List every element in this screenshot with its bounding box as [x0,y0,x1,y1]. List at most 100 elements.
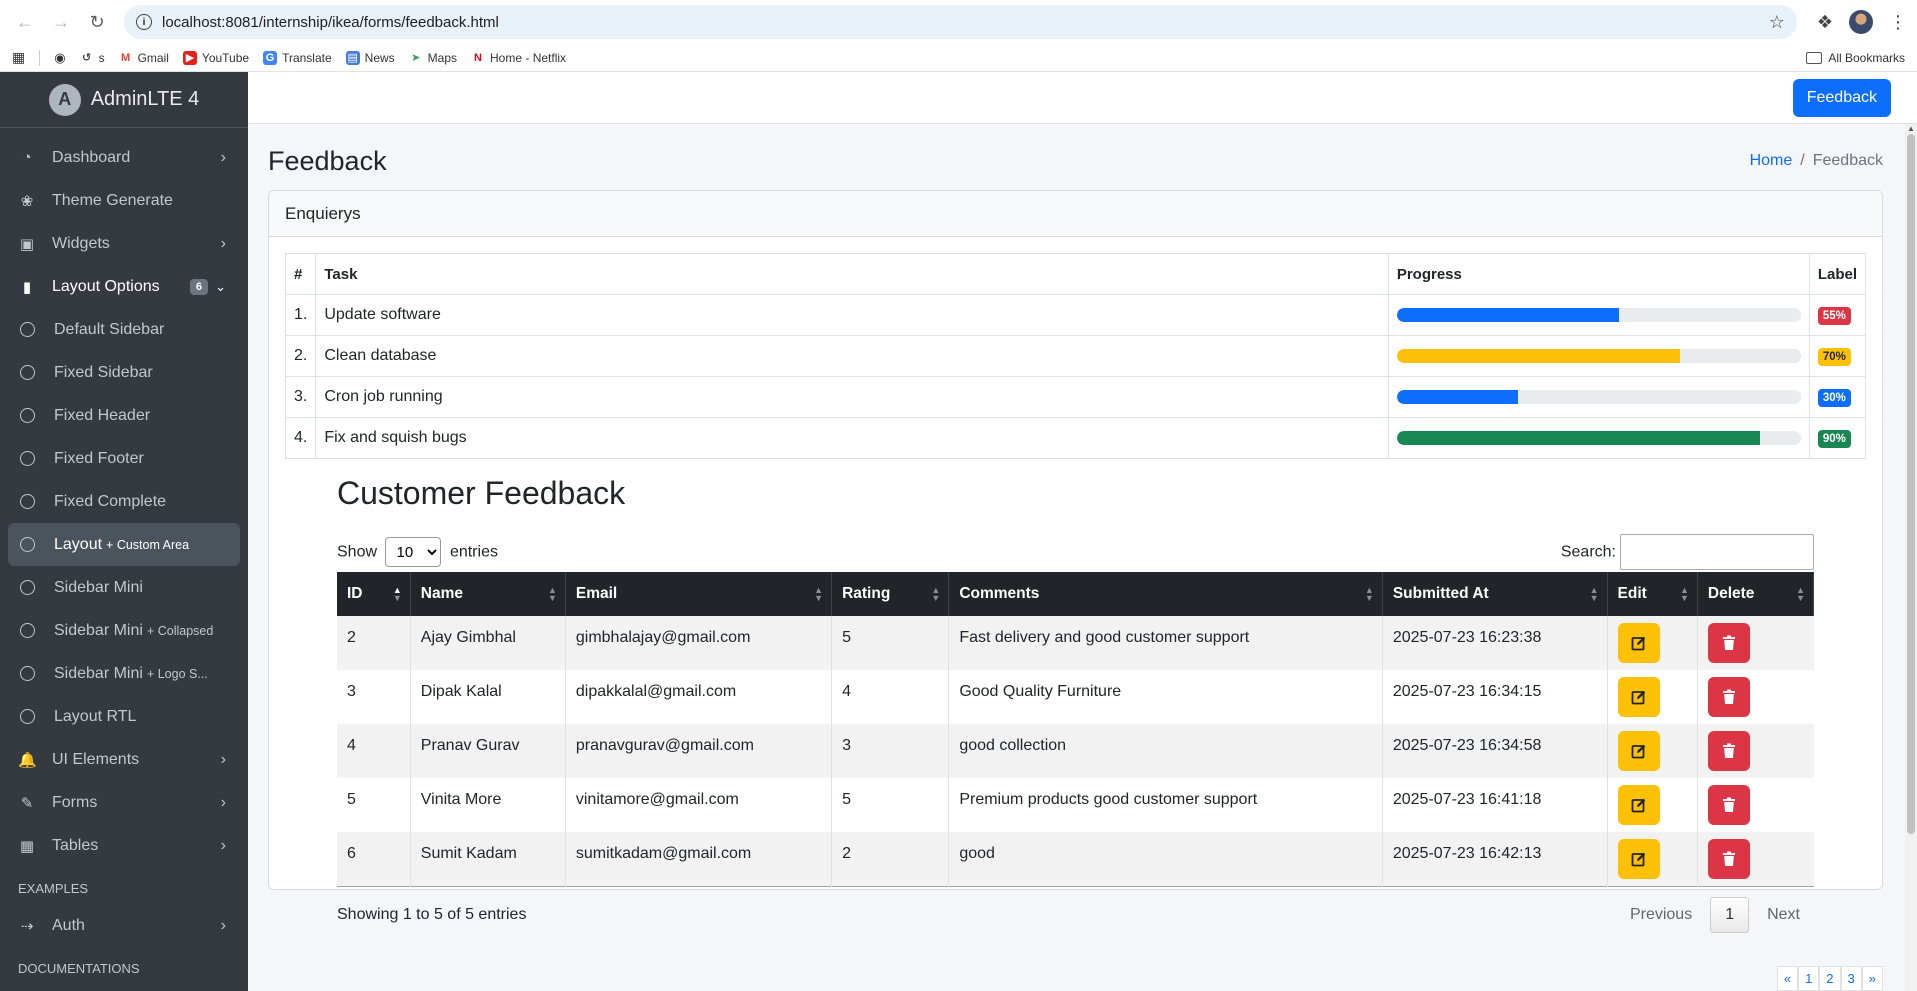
sidebar-item-layout-options[interactable]: ▮ Layout Options 6 ⌄ [8,265,240,308]
sidebar-menu: ◔ Dashboard › ❀ Theme Generate ▣ Widgets › ▮ Layo… [0,128,248,991]
col-id[interactable]: ID ▲ ▼ [337,572,411,616]
feedback-button[interactable]: Feedback [1792,78,1891,117]
edit-button[interactable] [1617,731,1660,771]
next-button[interactable]: Next [1753,898,1814,932]
extensions-icon[interactable]: ❖ [1817,12,1833,33]
sidebar-item-fixed-complete[interactable]: Fixed Complete [8,480,240,523]
delete-button[interactable] [1707,785,1750,825]
progress-track [1396,308,1801,322]
menu-header-examples: EXAMPLES [18,881,89,896]
edit-button[interactable] [1617,838,1660,879]
sidebar-item-label: Sidebar Mini [54,664,143,682]
bookmark-item[interactable]: M Gmail [119,51,169,65]
bookmark-item[interactable]: N Home - Netflix [471,51,566,65]
task-row: 4. Fix and squish bugs 90% [284,417,1867,459]
sidebar-item-label: Sidebar Mini [54,621,143,639]
brand-text: AdminLTE 4 [90,88,200,110]
circle-icon [20,365,35,380]
edit-button[interactable] [1617,623,1660,663]
sidebar-item-auth[interactable]: ⇢ Auth › [8,904,240,947]
bookmark-item[interactable]: G Translate [263,50,332,65]
sidebar-item-widgets[interactable]: ▣ Widgets › [8,222,240,265]
delete-button[interactable] [1707,731,1750,771]
previous-button[interactable]: Previous [1616,898,1706,932]
circle-icon [20,709,35,724]
col-name[interactable]: Name ▲ ▼ [410,572,566,616]
bookmark-star-icon[interactable]: ☆ [1769,12,1785,33]
sidebar-item-layout[interactable]: Layout + Custom Area [8,523,240,566]
address-bar[interactable]: i localhost:8081/internship/ikea/forms/f… [124,5,1797,39]
sidebar-item-fixed-footer[interactable]: Fixed Footer [8,437,240,480]
task-progress-cell [1387,294,1810,336]
reload-icon[interactable]: ↻ [82,7,112,37]
edit-button[interactable] [1617,785,1660,825]
col-email[interactable]: Email ▲ ▼ [565,572,833,616]
sidebar-item-fixed-sidebar[interactable]: Fixed Sidebar [8,351,240,394]
sidebar-item-sidebar-mini[interactable]: Sidebar Mini + Collapsed [8,609,240,652]
sidebar-item-sublabel: + Collapsed [146,623,214,638]
col-submitted-at[interactable]: Submitted At ▲ ▼ [1382,572,1608,616]
edit-icon [1631,743,1647,759]
sidebar-item-sidebar-mini[interactable]: Sidebar Mini [8,566,240,609]
feedback-table: ID ▲ ▼ Name ▲ ▼ Email ▲ ▼ Rating ▲ ▼ Comments ▲ ▼ Submi… [337,572,1815,887]
sidebar-item-theme-generate[interactable]: ❀ Theme Generate [8,179,240,222]
sidebar-item-ui-elements[interactable]: 🔔 UI Elements › [8,738,240,781]
forward-icon[interactable]: → [46,7,76,37]
mini-page-link[interactable]: 3 [1840,966,1862,991]
sidebar-item-layout-rtl[interactable]: Layout RTL [8,695,240,738]
cell-delete [1697,832,1814,886]
page-1-button[interactable]: 1 [1710,896,1750,933]
cell-comments: good [948,832,1383,886]
mini-page-link[interactable]: 2 [1819,966,1841,991]
scroll-up-icon[interactable]: ▲ [1905,124,1917,133]
site-info-icon[interactable]: i [136,14,152,30]
bookmark-item[interactable]: ↺ s [80,51,105,65]
sidebar-item-fixed-header[interactable]: Fixed Header [8,394,240,437]
entries-length-select[interactable]: 10 [385,537,442,567]
count-badge: 6 [189,278,208,295]
all-bookmarks-link[interactable]: All Bookmarks [1828,51,1905,65]
task-name: Update software [315,294,1389,336]
menu-kebab-icon[interactable]: ⋮ [1889,12,1907,33]
mini-page-link[interactable]: » [1861,966,1883,991]
customer-feedback-section: Customer Feedback Show 10 entries Search… [285,459,1866,933]
sidebar-item-label: Theme Generate [52,191,173,209]
brand[interactable]: A AdminLTE 4 [0,72,248,128]
bookmark-item[interactable]: ▤ News [345,50,395,65]
chevron-right-icon: › [220,234,226,252]
sidebar-item-dashboard[interactable]: ◔ Dashboard › [8,136,240,179]
edit-button[interactable] [1617,677,1660,717]
profile-avatar[interactable] [1849,10,1873,34]
search-input[interactable] [1620,534,1814,570]
sidebar-item-sidebar-mini[interactable]: Sidebar Mini + Logo S... [8,652,240,695]
col-rating[interactable]: Rating ▲ ▼ [831,572,950,616]
search-label: Search: [1560,543,1616,561]
sidebar-item-tables[interactable]: ▦ Tables › [8,824,240,867]
column-label: Submitted At [1392,585,1489,602]
bookmark-label: Translate [282,50,332,65]
sort-icon: ▲ ▼ [814,585,824,603]
chevron-down-icon: ⌄ [215,278,226,294]
col-edit[interactable]: Edit ▲ ▼ [1607,572,1698,616]
back-icon[interactable]: ← [10,7,40,37]
delete-button[interactable] [1707,623,1750,663]
sidebar-item-forms[interactable]: ✎ Forms › [8,781,240,824]
url-text[interactable]: localhost:8081/internship/ikea/forms/fee… [162,14,1759,31]
globe-icon[interactable]: ◉ [54,50,65,66]
bookmark-item[interactable]: ➤ Maps [409,51,457,65]
sidebar-item-default-sidebar[interactable]: Default Sidebar [8,308,240,351]
scrollbar-thumb[interactable] [1907,134,1915,834]
col-delete[interactable]: Delete ▲ ▼ [1697,572,1815,616]
mini-page-link[interactable]: « [1776,966,1799,991]
delete-button[interactable] [1707,838,1750,879]
delete-button[interactable] [1707,677,1750,717]
scrollbar[interactable]: ▲ [1905,124,1917,991]
column-label: ID [347,585,363,602]
mini-page-link[interactable]: 1 [1798,966,1820,991]
sidebar-item-label: Widgets [52,234,110,252]
bookmark-item[interactable]: ▶ YouTube [182,50,249,65]
apps-grid-icon[interactable]: ▦ [12,49,25,66]
edit-icon [1631,797,1647,813]
breadcrumb-home[interactable]: Home [1750,152,1793,169]
col-comments[interactable]: Comments ▲ ▼ [948,572,1383,616]
